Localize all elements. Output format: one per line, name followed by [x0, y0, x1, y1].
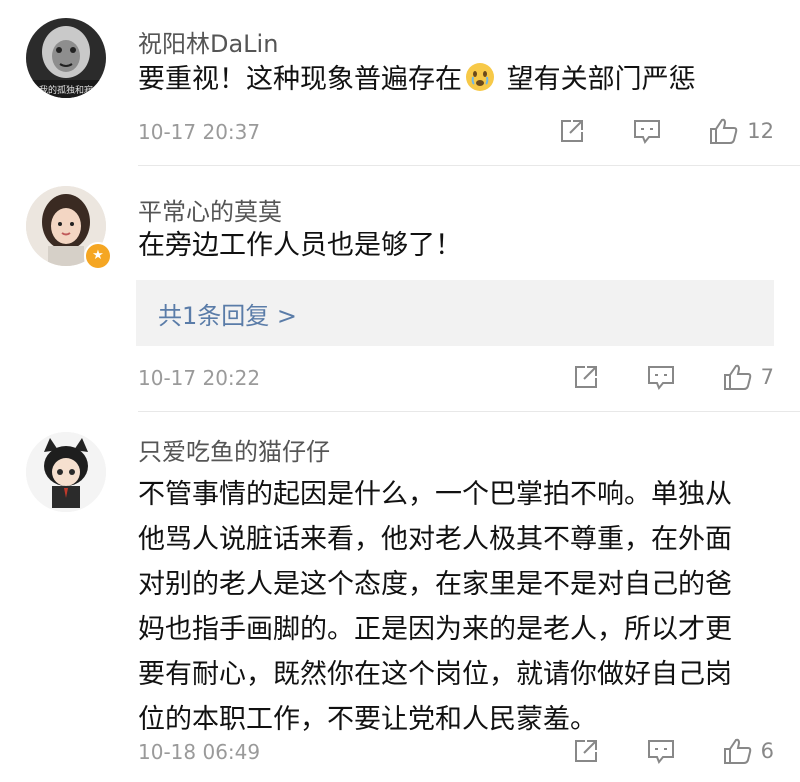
comment-icon	[634, 120, 661, 144]
comment-button[interactable]	[633, 118, 661, 144]
avatar[interactable]: 我的孤独和寂	[26, 18, 106, 98]
comment-line: 要有耐心，既然你在这个岗位，就请你做好自己岗	[138, 659, 732, 690]
comment-line: 妈也指手画脚的。正是因为来的是老人，所以才更	[138, 614, 732, 645]
view-replies-link[interactable]: 共1条回复 >	[136, 280, 774, 346]
comment-actions: 6	[573, 736, 774, 766]
share-icon	[561, 120, 584, 142]
verified-badge: ★	[84, 242, 112, 270]
avatar-caption: 我的孤独和寂	[39, 84, 93, 96]
comment-line: 他骂人说脏话来看，他对老人极其不尊重，在外面	[138, 524, 732, 555]
crying-face-emoji	[465, 62, 495, 92]
star-icon: ★	[92, 248, 104, 263]
comment-button[interactable]	[647, 738, 675, 764]
comment-actions: 7	[573, 362, 774, 392]
comment-icon	[647, 740, 674, 764]
share-icon	[574, 740, 597, 762]
divider	[138, 165, 800, 166]
like-button[interactable]: 6	[723, 737, 774, 765]
comment-line: 不管事情的起因是什么，一个巴掌拍不响。单独从	[138, 479, 732, 510]
timestamp: 10-17 20:22	[138, 366, 261, 390]
thumbs-up-icon	[723, 738, 751, 764]
comment-text: 望有关部门严惩	[498, 64, 696, 95]
comment-content: 不管事情的起因是什么，一个巴掌拍不响。单独从 他骂人说脏话来看，他对老人极其不尊…	[138, 472, 778, 742]
like-button[interactable]: 12	[709, 117, 774, 145]
timestamp: 10-18 06:49	[138, 740, 261, 764]
comment-content: 要重视！这种现象普遍存在 望有关部门严惩	[138, 58, 778, 102]
avatar[interactable]	[26, 432, 106, 512]
comment-line: 对别的老人是这个态度，在家里是不是对自己的爸	[138, 569, 732, 600]
like-count: 7	[760, 365, 774, 389]
comment-text: 在旁边工作人员也是够了！	[138, 230, 462, 261]
username[interactable]: 只爱吃鱼的猫仔仔	[138, 432, 330, 467]
username[interactable]: 平常心的莫莫	[138, 192, 282, 227]
comment-text: 要重视！这种现象普遍存在	[138, 64, 462, 95]
like-button[interactable]: 7	[723, 363, 774, 391]
comment-button[interactable]	[647, 364, 675, 390]
reply-link-label[interactable]: 共1条回复 >	[158, 296, 297, 331]
divider	[138, 411, 800, 412]
share-button[interactable]	[559, 118, 585, 144]
comment-actions: 12	[559, 116, 774, 146]
share-button[interactable]	[573, 364, 599, 390]
comment-content: 在旁边工作人员也是够了！	[138, 224, 778, 268]
comment-icon	[647, 366, 674, 390]
thumbs-up-icon	[723, 364, 751, 390]
thumbs-up-icon	[710, 118, 738, 144]
share-button[interactable]	[573, 738, 599, 764]
like-count: 12	[747, 119, 774, 143]
timestamp: 10-17 20:37	[138, 120, 261, 144]
share-icon	[574, 366, 597, 388]
username[interactable]: 祝阳林DaLin	[138, 24, 278, 59]
like-count: 6	[760, 739, 774, 763]
